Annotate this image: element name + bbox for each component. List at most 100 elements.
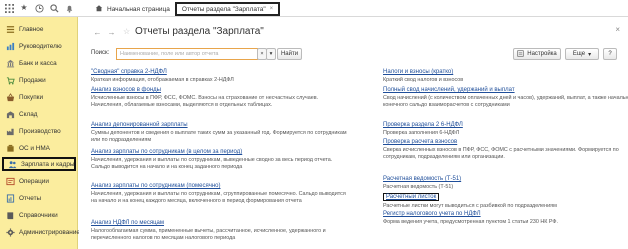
top-bar: ★ Начальная страница Отчеты раздела "Зар… xyxy=(0,0,628,17)
settings-button-label: Настройка xyxy=(527,51,557,57)
report-link[interactable]: Регистр налогового учета по НДФЛ xyxy=(383,211,481,217)
report-item: Регистр налогового учета по НДФЛ Форма ве… xyxy=(383,211,628,226)
sidebar-item-label: Руководителю xyxy=(19,42,62,50)
find-button[interactable]: Найти xyxy=(277,48,302,60)
sidebar: Главное Руководителю Банк и касса Продажи По… xyxy=(0,17,80,249)
report-item: Проверка расчета взносов Сверка исчисленн… xyxy=(383,139,628,161)
basket-icon xyxy=(6,92,15,102)
sidebar-item[interactable]: Администрирование xyxy=(2,225,80,239)
sidebar-item[interactable]: Производство xyxy=(2,124,76,138)
more-button[interactable]: Еще ▾ xyxy=(565,48,599,60)
sidebar-item[interactable]: Справочники xyxy=(2,208,76,222)
top-icons: ★ xyxy=(4,3,74,13)
settings-icon xyxy=(517,49,524,59)
operations-icon xyxy=(6,177,15,186)
chevron-down-icon: ▾ xyxy=(588,51,592,58)
sidebar-item[interactable]: Отчеты xyxy=(2,191,76,205)
sidebar-item-label: Производство xyxy=(19,127,61,135)
search-input[interactable]: Наименование, поле или автор отчета xyxy=(116,48,258,60)
history-icon[interactable] xyxy=(34,3,44,13)
report-link[interactable]: Полный свод начислений, удержаний и выпл… xyxy=(383,87,515,93)
back-arrow-icon[interactable]: ← xyxy=(93,28,102,37)
sidebar-item-label: Зарплата и кадры xyxy=(21,160,75,168)
sidebar-item-label: Операции xyxy=(19,177,49,185)
report-link[interactable]: Анализ депонированной зарплаты xyxy=(91,122,188,128)
book-icon xyxy=(6,211,15,220)
tab-home[interactable]: Начальная страница xyxy=(90,2,175,16)
close-icon[interactable]: × xyxy=(615,25,620,34)
report-item: Расчетная ведомость (Т-51) Расчетная ведо… xyxy=(383,176,628,191)
sidebar-item-label: Банк и касса xyxy=(19,59,57,67)
report-description: Расчетная ведомость (Т-51) xyxy=(383,184,454,190)
home-icon xyxy=(95,4,103,14)
report-description: Проверка заполнения 6-НДФЛ xyxy=(383,130,460,136)
report-item: Налоги и взносы (кратко) Краткий свод нал… xyxy=(383,69,628,84)
report-item: Проверка раздела 2 6-НДФЛ Проверка заполн… xyxy=(383,122,628,137)
menu-lines-icon xyxy=(6,25,15,34)
sidebar-item-label: Главное xyxy=(19,25,44,33)
search-icon[interactable] xyxy=(49,3,59,13)
sidebar-item[interactable]: ОС и НМА xyxy=(2,141,76,155)
settings-button[interactable]: Настройка xyxy=(513,48,561,60)
report-description: Расчетные листки могут выводиться с разб… xyxy=(383,203,557,209)
sidebar-item-label: Покупки xyxy=(19,93,44,101)
report-description: Исчисленные взносы в ПФР, ФСС, ФОМС. Взн… xyxy=(91,95,319,108)
report-description: Краткий свод налогов и взносов xyxy=(383,77,464,83)
tab-salary-reports[interactable]: Отчеты раздела "Зарплата" × xyxy=(174,2,281,16)
sidebar-item-label: Справочники xyxy=(19,211,58,219)
sidebar-item[interactable]: Склад xyxy=(2,107,76,121)
cart-icon xyxy=(6,76,15,85)
more-button-label: Еще xyxy=(572,51,586,57)
sidebar-item[interactable]: Банк и касса xyxy=(2,56,76,70)
gear-icon xyxy=(6,227,15,237)
sidebar-item-label: Администрирование xyxy=(19,228,80,236)
forward-arrow-icon[interactable]: → xyxy=(107,28,116,37)
search-dropdown-button[interactable]: ▾ xyxy=(266,48,276,60)
report-item: Анализ зарплаты по сотрудникам (в целом … xyxy=(91,149,351,171)
page-title: Отчеты раздела "Зарплата" xyxy=(135,26,264,37)
report-item: Анализ зарплаты по сотрудникам (помесячн… xyxy=(91,183,351,205)
sidebar-item-label: ОС и НМА xyxy=(19,144,50,152)
apps-grid-icon[interactable] xyxy=(4,3,14,13)
report-item: Полный свод начислений, удержаний и выпл… xyxy=(383,87,628,109)
report-description: Начисления, удержания и выплаты по сотру… xyxy=(91,157,333,170)
search-label: Поиск: xyxy=(91,50,110,56)
report-item: Анализ НДФЛ по месяцам Налогооблагаемая с… xyxy=(91,220,351,242)
report-link[interactable]: Расчетная ведомость (Т-51) xyxy=(383,176,461,182)
sidebar-item-label: Склад xyxy=(19,110,38,118)
help-button[interactable]: ? xyxy=(603,48,617,60)
report-description: Краткая информация, отображаемая в справ… xyxy=(91,77,234,83)
sidebar-item[interactable]: Зарплата и кадры xyxy=(2,157,76,171)
assets-icon xyxy=(6,144,15,153)
sidebar-item[interactable]: Руководителю xyxy=(2,39,76,53)
warehouse-icon xyxy=(6,110,15,119)
report-item: Расчетный листок Расчетные листки могут в… xyxy=(383,193,628,210)
search-bar: Поиск: Наименование, поле или автор отче… xyxy=(91,48,621,60)
report-link[interactable]: "Сводная" справка 2-НДФЛ xyxy=(91,69,167,75)
reports-icon xyxy=(6,193,15,203)
sidebar-item-label: Отчеты xyxy=(19,194,42,202)
report-link[interactable]: Проверка расчета взносов xyxy=(383,139,457,145)
tabs-bar: Начальная страница Отчеты раздела "Зарпл… xyxy=(90,2,281,16)
sidebar-item[interactable]: Главное xyxy=(2,22,76,36)
report-link[interactable]: Анализ НДФЛ по месяцам xyxy=(91,220,164,226)
star-icon[interactable]: ★ xyxy=(19,3,29,13)
report-link[interactable]: Анализ зарплаты по сотрудникам (в целом … xyxy=(91,149,242,155)
report-description: Налогооблагаемая сумма, примененные выче… xyxy=(91,228,326,241)
tab-home-label: Начальная страница xyxy=(107,5,170,13)
report-link[interactable]: Расчетный листок xyxy=(383,193,440,201)
sidebar-item[interactable]: Операции xyxy=(2,174,76,188)
report-link[interactable]: Анализ зарплаты по сотрудникам (помесячн… xyxy=(91,183,221,189)
report-description: Сверка исчисленных взносов в ПФР, ФСС, Ф… xyxy=(383,147,619,160)
favorite-star-icon[interactable]: ☆ xyxy=(123,27,130,36)
report-description: Начисления, удержания и выплаты по сотру… xyxy=(91,191,346,204)
report-item: "Сводная" справка 2-НДФЛ Краткая информац… xyxy=(91,69,351,84)
sidebar-item[interactable]: Покупки xyxy=(2,90,76,104)
report-link[interactable]: Налоги и взносы (кратко) xyxy=(383,69,453,75)
main-content: ← → ☆ Отчеты раздела "Зарплата" × Поиск:… xyxy=(79,18,628,249)
report-link[interactable]: Анализ взносов в фонды xyxy=(91,87,161,93)
bell-icon[interactable] xyxy=(64,3,74,13)
close-tab-icon[interactable]: × xyxy=(270,6,274,12)
sidebar-item[interactable]: Продажи xyxy=(2,73,76,87)
report-link[interactable]: Проверка раздела 2 6-НДФЛ xyxy=(383,122,463,128)
